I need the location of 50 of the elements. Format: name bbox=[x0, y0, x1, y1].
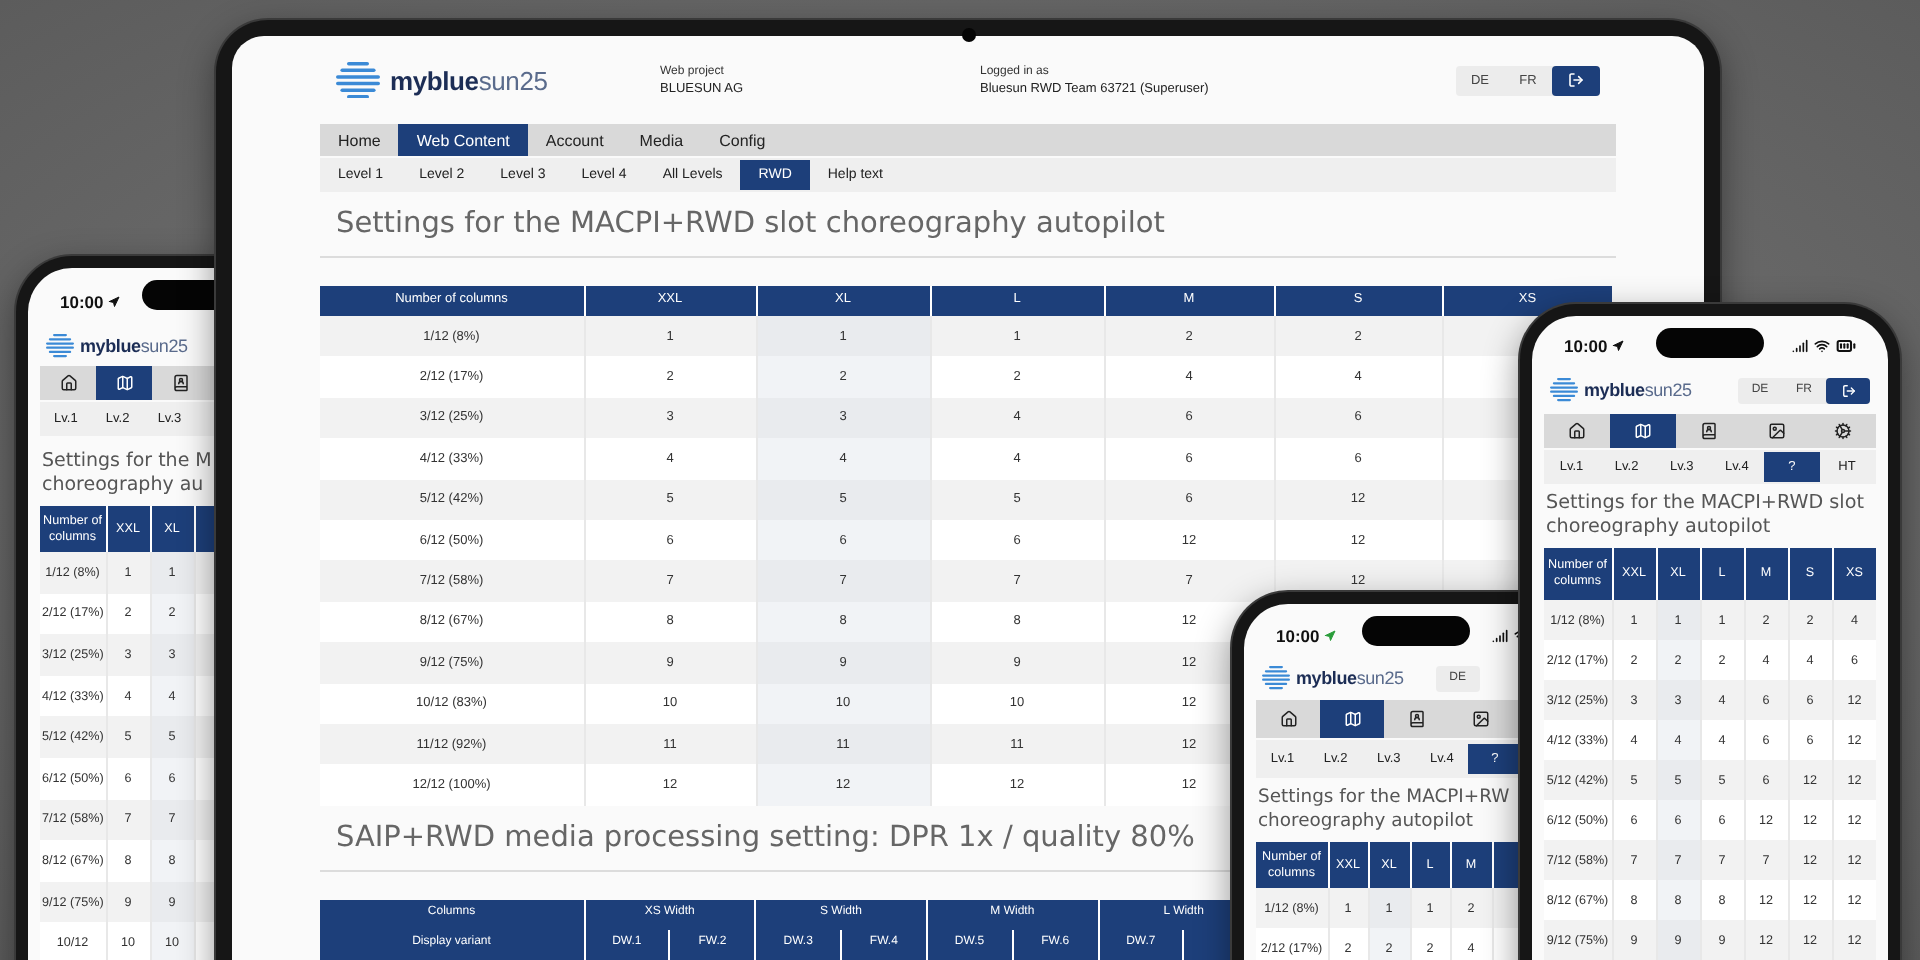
nav-tab[interactable] bbox=[1320, 700, 1384, 738]
logout-icon bbox=[1568, 72, 1584, 88]
status-time: 10:00 bbox=[60, 292, 104, 312]
contact-card-icon bbox=[1700, 422, 1719, 440]
logout-button[interactable] bbox=[1826, 377, 1870, 403]
nav-tab[interactable]: Home bbox=[320, 124, 399, 156]
battery-icon bbox=[1836, 336, 1856, 356]
page-title-line: Settings for the MACPI+RWD slot bbox=[1546, 492, 1864, 516]
logo-icon bbox=[336, 62, 380, 98]
home-icon bbox=[1279, 710, 1297, 728]
map-icon bbox=[1634, 422, 1653, 440]
image-icon bbox=[1471, 710, 1489, 728]
contact-card-icon bbox=[1407, 710, 1425, 728]
logo-icon bbox=[46, 334, 74, 358]
camera-notch bbox=[1656, 328, 1764, 358]
logo-icon bbox=[1550, 378, 1578, 402]
logo-text: mybluesun25 bbox=[1296, 668, 1404, 688]
contact-card-icon bbox=[171, 374, 189, 392]
status-time: 10:00 bbox=[1276, 625, 1320, 645]
location-arrow-icon bbox=[1323, 629, 1336, 641]
camera-notch bbox=[1362, 616, 1470, 646]
settings-icon bbox=[1833, 422, 1852, 440]
nav-tab[interactable]: Web Content bbox=[398, 124, 528, 156]
nav-tab[interactable]: Media bbox=[621, 124, 702, 156]
nav-tab[interactable]: Account bbox=[527, 124, 622, 156]
signal-icon bbox=[1792, 338, 1808, 354]
home-icon bbox=[1568, 422, 1587, 440]
location-arrow-icon bbox=[107, 296, 120, 308]
logout-button[interactable] bbox=[1552, 65, 1600, 95]
page-title-line: Settings for the M bbox=[42, 450, 212, 474]
signal-icon bbox=[1492, 627, 1508, 643]
page-title: Settings for the MACPI+RWD slot choreography autopilot bbox=[320, 204, 1616, 258]
logo-icon bbox=[1262, 666, 1290, 690]
status-time: 10:00 bbox=[1564, 336, 1608, 356]
image-icon bbox=[1767, 422, 1786, 440]
home-icon bbox=[59, 374, 77, 392]
location-arrow-icon bbox=[1611, 340, 1624, 352]
page-title-line: choreography autopilot bbox=[1546, 516, 1771, 540]
logout-icon bbox=[1841, 383, 1855, 397]
page-title-line: choreography au bbox=[42, 474, 204, 498]
map-icon bbox=[115, 374, 133, 392]
logo-text: mybluesun25 bbox=[80, 336, 188, 356]
logo-text: mybluesun25 bbox=[390, 65, 548, 95]
map-icon bbox=[1343, 710, 1361, 728]
nav-tab[interactable]: Config bbox=[701, 124, 784, 156]
wifi-icon bbox=[1814, 338, 1830, 354]
camera-dot bbox=[962, 28, 976, 42]
nav-tab[interactable] bbox=[96, 366, 152, 400]
logo-text: mybluesun25 bbox=[1584, 380, 1692, 400]
nav-tab[interactable] bbox=[1610, 414, 1677, 448]
